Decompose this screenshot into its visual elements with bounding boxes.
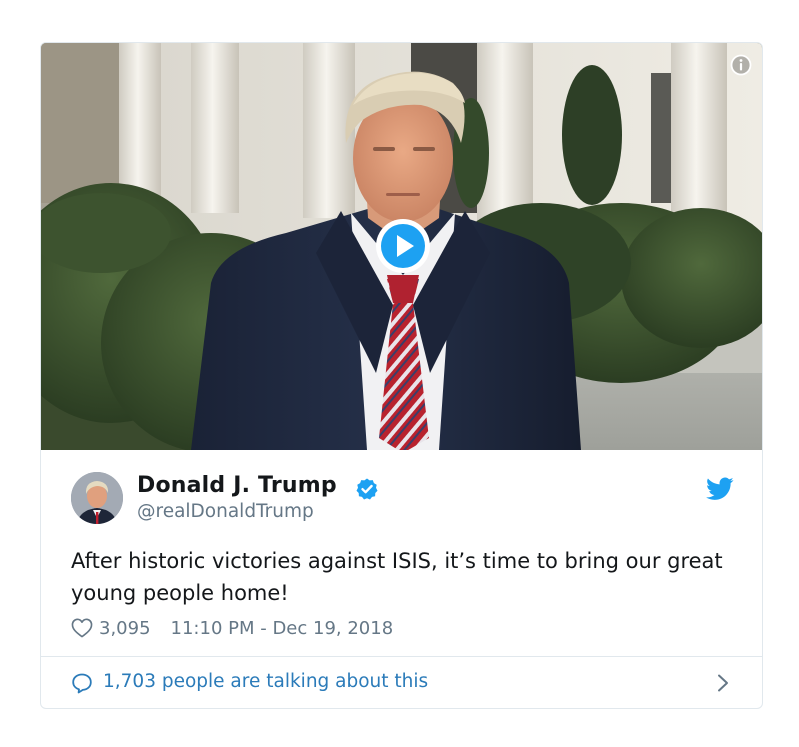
talking-about-count[interactable]: 1,703 people are talking about this (103, 671, 428, 692)
tweet-timestamp[interactable]: 11:10 PM - Dec 19, 2018 (171, 618, 394, 639)
video-thumbnail[interactable] (41, 43, 762, 450)
info-icon[interactable] (730, 54, 752, 76)
tweet-body: Donald J. Trump @realDonaldTrump After h… (41, 450, 762, 656)
author-handle[interactable]: @realDonaldTrump (137, 501, 314, 522)
reply-icon (72, 673, 92, 694)
author-display-name[interactable]: Donald J. Trump (137, 473, 337, 498)
chevron-right-icon[interactable] (716, 673, 730, 693)
play-icon[interactable] (375, 218, 431, 274)
tweet-meta: 3,095 11:10 PM - Dec 19, 2018 (71, 616, 393, 640)
avatar-photo (71, 472, 123, 524)
heart-icon[interactable] (71, 618, 93, 638)
avatar[interactable] (71, 472, 123, 524)
twitter-bird-icon[interactable] (706, 477, 734, 501)
tweet-text: After historic victories against ISIS, i… (71, 549, 723, 605)
like-count[interactable]: 3,095 (99, 618, 151, 639)
tweet-card[interactable]: Donald J. Trump @realDonaldTrump After h… (40, 42, 763, 709)
verified-badge-icon (356, 478, 378, 500)
conversation-link[interactable]: 1,703 people are talking about this (41, 656, 762, 708)
